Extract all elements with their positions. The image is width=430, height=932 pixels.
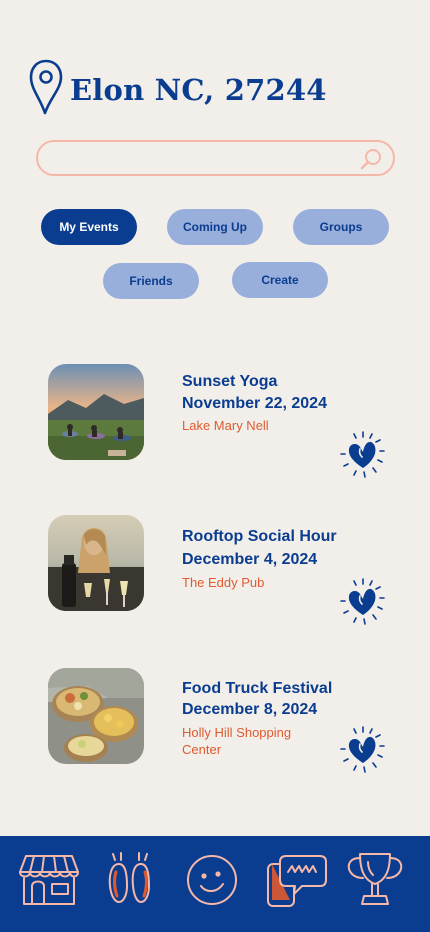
event-venue: The Eddy Pub <box>182 575 265 590</box>
heart-sparkle-icon <box>340 431 385 478</box>
event-title: Sunset Yoga <box>182 373 278 390</box>
event-date: December 4, 2024 <box>182 551 318 568</box>
footprints-icon <box>108 852 151 904</box>
location-title: Elon NC, 27244 <box>70 73 327 107</box>
event-card[interactable]: Sunset Yoga November 22, 2024 Lake Mary … <box>48 364 393 478</box>
favorite-button[interactable] <box>338 725 388 775</box>
search-input[interactable] <box>52 146 356 172</box>
bottom-nav <box>0 836 430 932</box>
heart-sparkle-icon <box>340 726 385 773</box>
nav-shops[interactable] <box>16 850 82 910</box>
event-venue: Lake Mary Nell <box>182 418 269 433</box>
food-truck-photo <box>48 668 144 764</box>
filter-groups[interactable]: Groups <box>293 209 389 245</box>
favorite-button[interactable] <box>338 577 388 627</box>
nav-achievements[interactable] <box>342 850 408 910</box>
filter-coming-up[interactable]: Coming Up <box>167 209 263 245</box>
search-icon[interactable] <box>359 147 383 171</box>
heart-sparkle-icon <box>340 578 385 625</box>
filter-friends[interactable]: Friends <box>103 263 199 299</box>
rooftop-drinks-photo <box>48 515 144 611</box>
filter-my-events[interactable]: My Events <box>41 209 137 245</box>
storefront-icon <box>19 855 79 905</box>
event-card[interactable]: Rooftop Social Hour December 4, 2024 The… <box>48 515 393 627</box>
trophy-icon <box>347 853 403 905</box>
event-venue: Holly Hill Shopping Center <box>182 725 292 757</box>
event-card[interactable]: Food Truck Festival December 8, 2024 Hol… <box>48 668 393 780</box>
event-date: December 8, 2024 <box>182 701 318 718</box>
nav-profile[interactable] <box>179 850 245 910</box>
search-bar[interactable] <box>36 140 395 176</box>
smiley-face-icon <box>187 855 237 905</box>
event-date: November 22, 2024 <box>182 395 327 412</box>
filter-create[interactable]: Create <box>232 262 328 298</box>
yoga-sunset-photo <box>48 364 144 460</box>
event-title: Food Truck Festival <box>182 680 333 697</box>
event-title: Rooftop Social Hour <box>182 528 337 545</box>
nav-messages[interactable] <box>262 850 328 910</box>
nav-explore[interactable] <box>97 850 163 910</box>
chat-phone-icon <box>267 855 327 907</box>
location-header: Elon NC, 27244 <box>28 58 327 116</box>
favorite-button[interactable] <box>338 430 388 480</box>
map-pin-icon <box>29 59 63 115</box>
